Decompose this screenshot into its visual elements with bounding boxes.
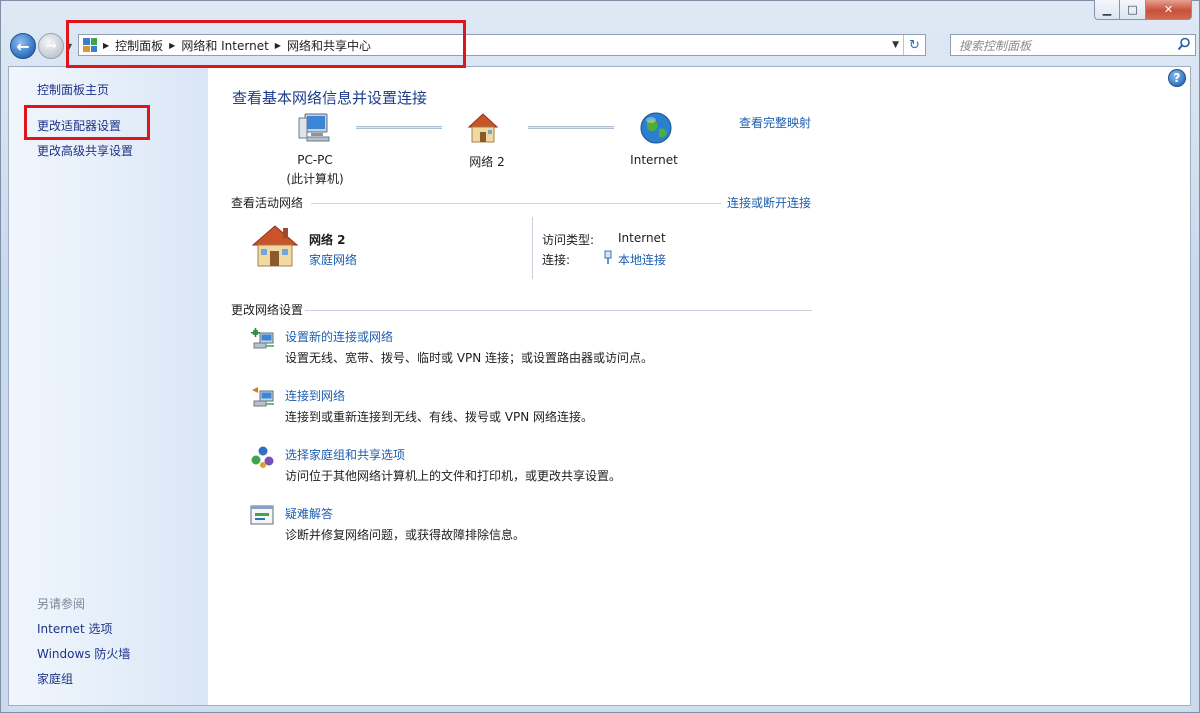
task-troubleshoot-desc: 诊断并修复网络问题，或获得故障排除信息。 xyxy=(285,528,526,542)
access-type-label: 访问类型: xyxy=(542,233,595,247)
refresh-button[interactable]: ↻ xyxy=(903,35,925,55)
map-node-internet[interactable]: Internet xyxy=(613,153,695,167)
ethernet-plug-icon xyxy=(604,250,612,264)
search-box[interactable]: 搜索控制面板 xyxy=(950,34,1196,56)
forward-button[interactable]: → xyxy=(38,33,64,59)
window-bottom-edge xyxy=(8,706,1191,710)
connect-disconnect-link[interactable]: 连接或断开连接 xyxy=(727,194,811,211)
access-type-value: Internet xyxy=(618,231,666,245)
map-pc-name: PC-PC xyxy=(297,153,333,167)
map-node-network[interactable]: 网络 2 xyxy=(446,153,528,170)
task-setup-new-connection-desc: 设置无线、宽带、拨号、临时或 VPN 连接；或设置路由器或访问点。 xyxy=(285,351,654,365)
sidebar-home-link[interactable]: 控制面板主页 xyxy=(37,81,109,98)
view-full-map-link[interactable]: 查看完整映射 xyxy=(739,114,811,131)
task-connect-to-network-desc: 连接到或重新连接到无线、有线、拨号或 VPN 网络连接。 xyxy=(285,410,594,424)
map-node-pc[interactable]: PC-PC (此计算机) xyxy=(274,153,356,187)
local-connection-link[interactable]: 本地连接 xyxy=(618,251,666,268)
see-also-windows-firewall[interactable]: Windows 防火墙 xyxy=(37,645,130,662)
sidebar-item-advanced-sharing[interactable]: 更改高级共享设置 xyxy=(37,142,133,159)
section-divider xyxy=(311,203,721,204)
map-pc-note: (此计算机) xyxy=(286,172,344,186)
task-homegroup-sharing-desc: 访问位于其他网络计算机上的文件和打印机，或更改共享设置。 xyxy=(285,469,622,483)
see-also-internet-options[interactable]: Internet 选项 xyxy=(37,620,112,637)
address-dropdown-icon[interactable]: ▼ xyxy=(892,40,899,50)
page-title: 查看基本网络信息并设置连接 xyxy=(232,89,428,107)
vertical-divider xyxy=(532,217,533,279)
help-button[interactable]: ? xyxy=(1168,69,1186,87)
sidebar: 控制面板主页 更改适配器设置 更改高级共享设置 另请参阅 Internet 选项… xyxy=(9,67,208,705)
back-button[interactable]: ← xyxy=(10,33,36,59)
close-button[interactable]: ✕ xyxy=(1146,0,1192,20)
caption-buttons: ▁ □ ✕ xyxy=(1094,0,1192,20)
connect-network-icon xyxy=(252,387,274,407)
highlight-breadcrumb xyxy=(66,20,466,68)
task-homegroup-sharing[interactable]: 选择家庭组和共享选项 xyxy=(285,446,405,463)
network-house-icon xyxy=(467,113,499,143)
map-network-name: 网络 2 xyxy=(469,155,505,169)
task-troubleshoot[interactable]: 疑难解答 xyxy=(285,505,333,522)
refresh-icon: ↻ xyxy=(909,37,920,53)
arrow-right-icon: → xyxy=(45,38,57,54)
active-networks-heading: 查看活动网络 xyxy=(231,196,304,210)
main-panel: ? 查看基本网络信息并设置连接 PC-PC (此计算机) 网络 2 Intern… xyxy=(208,67,1190,705)
search-placeholder: 搜索控制面板 xyxy=(959,38,1032,53)
network-house-icon xyxy=(251,225,299,267)
search-icon[interactable] xyxy=(1177,37,1191,51)
troubleshoot-icon xyxy=(250,505,274,525)
map-link-line xyxy=(528,126,614,129)
homegroup-icon xyxy=(251,446,274,468)
section-divider xyxy=(305,310,812,311)
maximize-button[interactable]: □ xyxy=(1120,0,1146,20)
new-connection-icon xyxy=(251,328,274,349)
network-type-link[interactable]: 家庭网络 xyxy=(309,251,357,268)
change-settings-heading: 更改网络设置 xyxy=(231,303,304,317)
highlight-change-adapter-settings xyxy=(24,105,150,140)
minimize-button[interactable]: ▁ xyxy=(1094,0,1120,20)
internet-globe-icon xyxy=(640,112,672,144)
task-setup-new-connection[interactable]: 设置新的连接或网络 xyxy=(285,328,393,345)
task-connect-to-network[interactable]: 连接到网络 xyxy=(285,387,345,404)
see-also-heading: 另请参阅 xyxy=(37,597,86,611)
map-link-line xyxy=(356,126,442,129)
content-area: 控制面板主页 更改适配器设置 更改高级共享设置 另请参阅 Internet 选项… xyxy=(8,66,1191,706)
connection-label: 连接: xyxy=(542,253,571,267)
computer-icon xyxy=(298,113,330,142)
help-icon: ? xyxy=(1173,71,1181,85)
see-also-homegroup[interactable]: 家庭组 xyxy=(37,670,73,687)
map-internet-label: Internet xyxy=(630,153,678,167)
active-network-name: 网络 2 xyxy=(309,233,346,247)
arrow-left-icon: ← xyxy=(16,36,30,56)
